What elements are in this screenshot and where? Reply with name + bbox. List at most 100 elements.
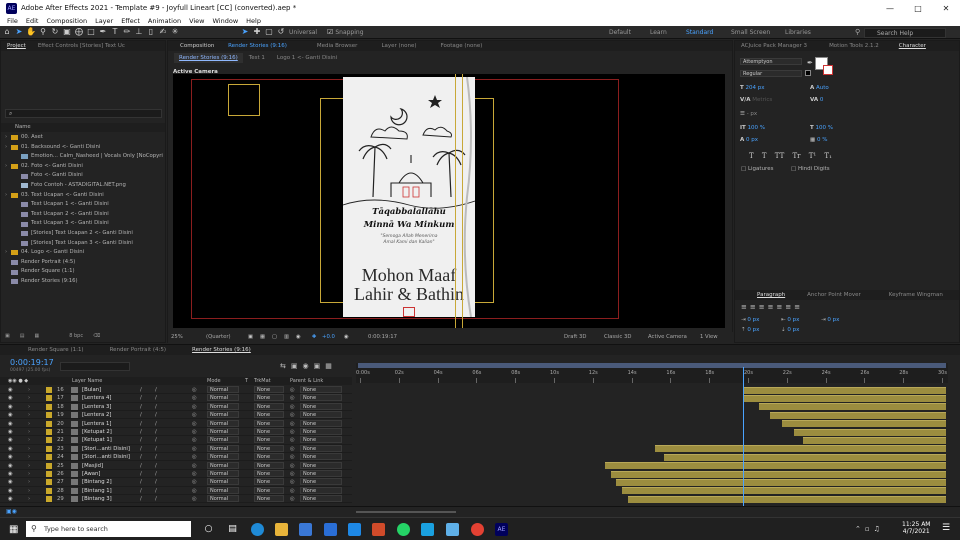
layer-duration-bar[interactable] <box>802 436 946 444</box>
layer-duration-bar[interactable] <box>782 420 946 428</box>
hindi-digits-checkbox[interactable]: □ Hindi Digits <box>791 166 830 172</box>
layer-duration-bar[interactable] <box>794 428 946 436</box>
collapse-icon[interactable]: ∕ <box>155 470 157 478</box>
type-tool-icon[interactable]: T <box>110 27 120 37</box>
label-color-swatch[interactable] <box>46 437 52 444</box>
layer-name-header[interactable]: Layer Name <box>72 377 102 385</box>
trkmat-dropdown[interactable]: None <box>254 478 284 486</box>
eye-icon[interactable]: ◉ <box>8 487 13 495</box>
font-family-dropdown[interactable]: Attemptyon <box>740 58 802 65</box>
eye-icon[interactable]: ◉ <box>8 462 13 470</box>
chevron-right-icon[interactable]: › <box>28 394 30 402</box>
render-time-icon[interactable]: ▣◉ <box>6 508 17 515</box>
layer-duration-bar[interactable] <box>622 487 946 495</box>
motion-blur-icon[interactable]: ◎ <box>192 478 197 486</box>
maximize-button[interactable]: □ <box>904 0 932 16</box>
layer-row[interactable]: ◉ › 20 [Lentera 1] ∕ ∕ ◎ Normal None ◎ None <box>0 419 352 428</box>
chevron-right-icon[interactable]: › <box>28 436 30 444</box>
mode-header[interactable]: Mode <box>207 377 221 385</box>
eye-icon[interactable]: ◉ <box>8 428 13 436</box>
brush-tool-icon[interactable]: ✏ <box>122 27 132 37</box>
breadcrumb-test-1[interactable]: Test 1 <box>243 55 271 61</box>
workspace-small-screen[interactable]: Small Screen <box>731 26 770 39</box>
collapse-icon[interactable]: ∕ <box>155 386 157 394</box>
pickwhip-icon[interactable]: ◎ <box>290 436 295 444</box>
interpret-icon[interactable]: ▣ <box>5 333 10 340</box>
file-explorer-icon[interactable] <box>275 523 288 536</box>
indent-left-field[interactable]: ⇥ 0 px <box>741 317 781 323</box>
collapse-icon[interactable]: ∕ <box>155 436 157 444</box>
chevron-right-icon[interactable]: › <box>28 478 30 486</box>
collapse-icon[interactable]: ∕ <box>155 411 157 419</box>
layer-row[interactable]: ◉ › 16 [Bulan] ∕ ∕ ◎ Normal None ◎ None <box>0 386 352 395</box>
menu-item-edit[interactable]: Edit <box>26 17 39 25</box>
indent-right-field[interactable]: ⇤ 0 px <box>781 317 821 323</box>
label-color-swatch[interactable] <box>46 454 52 461</box>
trkmat-dropdown[interactable]: None <box>254 402 284 410</box>
motion-blur-icon[interactable]: ◎ <box>192 453 197 461</box>
mode-dropdown[interactable]: Normal <box>207 436 239 444</box>
app-icon[interactable] <box>348 523 361 536</box>
box-icon[interactable]: ▢ <box>264 27 274 37</box>
label-color-swatch[interactable] <box>46 487 52 494</box>
windows-start-icon[interactable]: ▦ <box>9 524 18 535</box>
home-icon[interactable]: ⌂ <box>2 27 12 37</box>
menu-item-effect[interactable]: Effect <box>121 17 140 25</box>
trkmat-dropdown[interactable]: None <box>254 419 284 427</box>
shy-icon[interactable]: ∕ <box>140 420 142 428</box>
mask-visibility-icon[interactable]: ▢ <box>272 332 277 343</box>
parent-dropdown[interactable]: None <box>300 470 342 477</box>
chevron-right-icon[interactable]: › <box>28 495 30 503</box>
layer-name[interactable]: [Stori...anti Disini] <box>82 445 130 453</box>
label-color-swatch[interactable] <box>46 471 52 477</box>
mode-dropdown[interactable]: Normal <box>207 402 239 410</box>
project-item[interactable]: › 03. Text Ucapan <- Ganti Disini <box>5 191 165 201</box>
eye-icon[interactable]: ◉ <box>8 394 13 402</box>
layer-duration-bar[interactable] <box>770 411 946 419</box>
kerning-field[interactable]: V/A Metrics <box>740 97 810 103</box>
motion-blur-icon[interactable]: ◎ <box>192 394 197 402</box>
collapse-icon[interactable]: ∕ <box>155 478 157 486</box>
parent-dropdown[interactable]: None <box>300 402 342 410</box>
chevron-right-icon[interactable]: › <box>28 420 30 428</box>
parent-dropdown[interactable]: None <box>300 495 342 503</box>
layer-name[interactable]: [Bintang 3] <box>82 495 112 503</box>
eye-icon[interactable]: ◉ <box>8 420 13 428</box>
tab-render-portrait[interactable]: Render Portrait (4:5) <box>104 347 172 353</box>
parent-dropdown[interactable]: None <box>300 453 342 461</box>
font-size-field[interactable]: T 204 px <box>740 85 810 91</box>
collapse-icon[interactable]: ∕ <box>155 394 157 402</box>
motion-blur-icon[interactable]: ◎ <box>192 487 197 495</box>
layer-row[interactable]: ◉ › 21 [Ketupat 2] ∕ ∕ ◎ Normal None ◎ None <box>0 428 352 437</box>
name-column-header[interactable]: Name <box>1 123 165 132</box>
horizontal-scale-field[interactable]: T 100 % <box>810 125 880 131</box>
eye-icon[interactable]: ◉ <box>8 453 13 461</box>
shy-icon[interactable]: ∕ <box>140 403 142 411</box>
layer-name[interactable]: [Bintang 2] <box>82 478 112 486</box>
local-axis-icon[interactable]: ➤ <box>240 27 250 37</box>
leading-field[interactable]: A Auto <box>810 85 880 91</box>
snapshot-icon[interactable]: ◉ <box>344 332 349 343</box>
color-management-icon[interactable]: ✚ <box>312 332 316 343</box>
parent-dropdown[interactable]: None <box>300 394 342 402</box>
tab-paragraph[interactable]: Paragraph <box>751 292 791 298</box>
collapse-icon[interactable]: ∕ <box>155 462 157 470</box>
layer-duration-bar[interactable] <box>628 495 946 503</box>
parent-dropdown[interactable]: None <box>300 419 342 427</box>
project-item[interactable]: Text Ucapan 3 <- Ganti Disini <box>5 219 165 229</box>
eye-icon[interactable]: ◉ <box>8 478 13 486</box>
views-dropdown[interactable]: 1 View <box>700 332 718 343</box>
chevron-right-icon[interactable]: › <box>28 462 30 470</box>
project-item[interactable]: › 04. Logo <- Ganti Disini <box>5 248 165 258</box>
menu-item-window[interactable]: Window <box>213 17 239 25</box>
after-effects-taskbar-icon[interactable]: AE <box>495 523 508 536</box>
move-icon[interactable]: ✚ <box>252 27 262 37</box>
label-color-swatch[interactable] <box>46 462 52 469</box>
layer-row[interactable]: ◉ › 25 [Masjid] ∕ ∕ ◎ Normal None ◎ None <box>0 461 352 470</box>
layer-duration-bar[interactable] <box>654 445 946 453</box>
workspace-learn[interactable]: Learn <box>650 26 667 39</box>
exposure-value[interactable]: +0.0 <box>322 332 335 343</box>
parent-dropdown[interactable]: None <box>300 386 342 393</box>
collapse-icon[interactable]: ∕ <box>155 453 157 461</box>
mode-dropdown[interactable]: Normal <box>207 428 239 435</box>
